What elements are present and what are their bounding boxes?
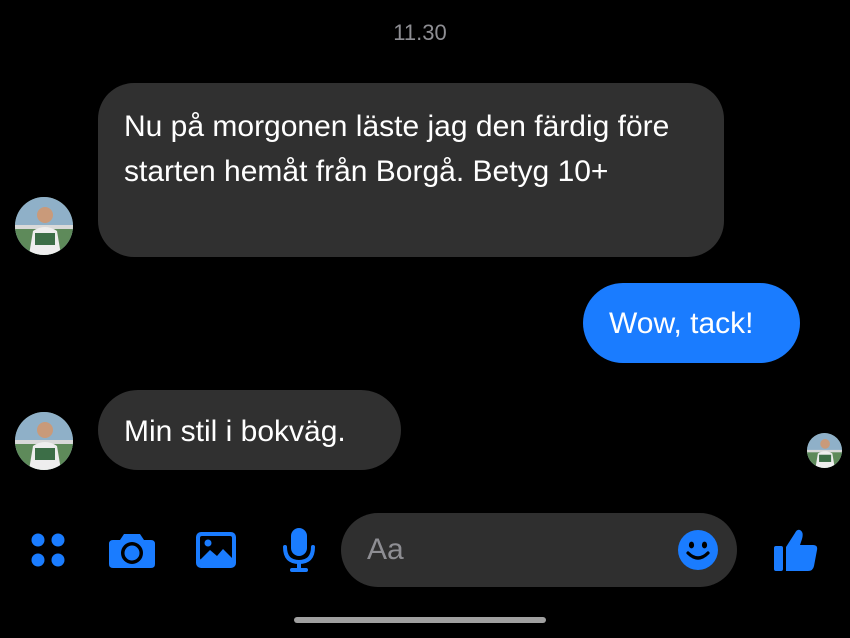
gallery-button[interactable] — [192, 526, 240, 574]
avatar-photo — [807, 433, 842, 468]
microphone-button[interactable] — [275, 526, 323, 574]
thumbs-up-icon — [774, 529, 818, 571]
message-input[interactable] — [367, 513, 667, 587]
message-input-field[interactable] — [341, 513, 737, 587]
read-receipt-avatar — [807, 433, 842, 468]
more-apps-icon — [31, 533, 65, 567]
message-timestamp: 11.30 — [393, 20, 447, 45]
message-composer — [0, 500, 850, 600]
more-apps-button[interactable] — [24, 526, 72, 574]
message-bubble-incoming[interactable]: Min stil i bokväg. — [98, 390, 401, 470]
message-bubble-outgoing[interactable]: Wow, tack! — [583, 283, 800, 363]
avatar-photo — [15, 412, 73, 470]
contact-avatar[interactable] — [15, 412, 73, 470]
camera-button[interactable] — [106, 526, 158, 574]
gallery-icon — [196, 532, 236, 568]
camera-icon — [109, 534, 155, 568]
like-button[interactable] — [770, 524, 822, 576]
emoji-button[interactable] — [677, 529, 719, 571]
avatar-photo — [15, 197, 73, 255]
message-bubble-incoming[interactable]: Nu på morgonen läste jag den färdig före… — [98, 83, 724, 257]
microphone-icon — [283, 528, 315, 572]
contact-avatar[interactable] — [15, 197, 73, 255]
home-indicator[interactable] — [294, 617, 546, 623]
emoji-icon — [678, 530, 718, 570]
